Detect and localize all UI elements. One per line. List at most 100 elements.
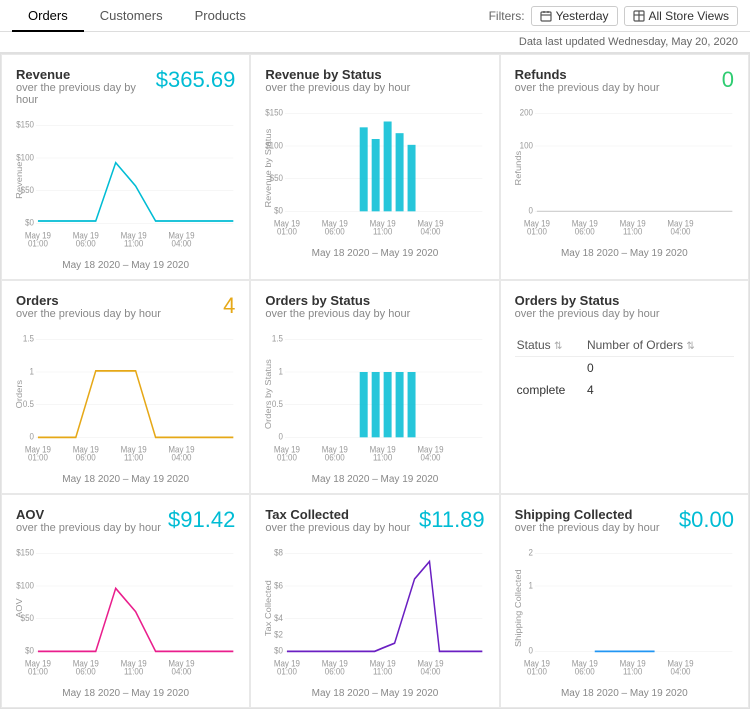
table-row: 0	[515, 357, 734, 380]
revenue-chart: $150 $100 $50 $0 Revenue May 19 01:00 Ma…	[16, 116, 235, 256]
store-views-filter-button[interactable]: All Store Views	[624, 6, 738, 26]
svg-text:04:00: 04:00	[421, 226, 441, 237]
data-updated-text: Data last updated Wednesday, May 20, 202…	[519, 36, 738, 48]
status-table: Status ⇅ Number of Orders ⇅ 0 complete	[515, 334, 734, 401]
svg-text:01:00: 01:00	[277, 452, 297, 463]
revenue-date-range: May 18 2020 – May 19 2020	[16, 260, 235, 271]
svg-text:Tax Collected: Tax Collected	[264, 580, 273, 636]
aov-chart: $150 $100 $50 $0 AOV May 19 01:00 May 19…	[16, 544, 235, 684]
refunds-title: Refunds	[515, 67, 660, 82]
svg-text:100: 100	[519, 140, 532, 151]
svg-text:0: 0	[528, 645, 533, 656]
aov-value: $91.42	[168, 507, 235, 533]
refunds-chart: 200 100 0 Refunds May 19 01:00 May 19 06…	[515, 104, 734, 244]
svg-text:01:00: 01:00	[277, 226, 297, 237]
count-col-header[interactable]: Number of Orders ⇅	[585, 334, 734, 357]
svg-text:06:00: 06:00	[574, 226, 594, 237]
svg-text:1: 1	[30, 366, 35, 377]
store-icon	[633, 10, 645, 22]
svg-text:Shipping Collected: Shipping Collected	[513, 569, 522, 647]
refunds-subtitle: over the previous day by hour	[515, 82, 660, 94]
svg-text:$0: $0	[25, 645, 34, 656]
orders-card: Orders over the previous day by hour 4 1…	[1, 280, 250, 494]
svg-text:Revenue by Status: Revenue by Status	[264, 128, 273, 207]
svg-text:04:00: 04:00	[670, 226, 690, 237]
svg-text:$150: $150	[266, 107, 284, 118]
svg-text:Orders: Orders	[15, 379, 24, 408]
svg-text:04:00: 04:00	[172, 238, 192, 249]
shipping-collected-subtitle: over the previous day by hour	[515, 522, 660, 534]
svg-text:Revenue: Revenue	[15, 161, 24, 199]
aov-title: AOV	[16, 507, 161, 522]
svg-text:11:00: 11:00	[373, 666, 393, 677]
svg-text:04:00: 04:00	[421, 452, 441, 463]
count-cell: 0	[585, 357, 734, 380]
calendar-icon	[540, 10, 552, 22]
filter-bar: Filters: Yesterday All Store Views	[489, 6, 738, 26]
orders-by-status-table-title: Orders by Status	[515, 293, 660, 308]
svg-text:11:00: 11:00	[373, 226, 393, 237]
svg-text:0: 0	[528, 205, 533, 216]
svg-text:11:00: 11:00	[373, 452, 393, 463]
orders-date-range: May 18 2020 – May 19 2020	[16, 474, 235, 485]
svg-text:0: 0	[30, 431, 35, 442]
svg-text:$4: $4	[274, 612, 283, 623]
svg-text:06:00: 06:00	[76, 666, 96, 677]
revenue-by-status-chart: $150 $100 $50 $0 Revenue by Status May 1…	[265, 104, 484, 244]
tab-customers[interactable]: Customers	[84, 0, 179, 32]
filters-label: Filters:	[489, 9, 525, 23]
aov-subtitle: over the previous day by hour	[16, 522, 161, 534]
svg-text:2: 2	[528, 547, 533, 558]
table-row: complete 4	[515, 379, 734, 401]
orders-by-status-chart-date-range: May 18 2020 – May 19 2020	[265, 474, 484, 485]
orders-by-status-chart: 1.5 1 0.5 0 Orders by Status May 19 01:0…	[265, 330, 484, 470]
svg-text:11:00: 11:00	[124, 238, 144, 249]
svg-text:06:00: 06:00	[76, 452, 96, 463]
svg-text:01:00: 01:00	[28, 452, 48, 463]
svg-text:11:00: 11:00	[124, 452, 144, 463]
svg-text:0.5: 0.5	[272, 398, 283, 409]
svg-text:$0: $0	[274, 645, 283, 656]
svg-text:0.5: 0.5	[23, 398, 34, 409]
svg-text:$6: $6	[274, 580, 283, 591]
revenue-card: Revenue over the previous day by hour $3…	[1, 54, 250, 280]
revenue-title: Revenue	[16, 67, 156, 82]
svg-text:04:00: 04:00	[421, 666, 441, 677]
revenue-subtitle: over the previous day by hour	[16, 82, 156, 106]
orders-title: Orders	[16, 293, 161, 308]
count-cell: 4	[585, 379, 734, 401]
svg-text:01:00: 01:00	[28, 666, 48, 677]
shipping-collected-date-range: May 18 2020 – May 19 2020	[515, 688, 734, 699]
tab-products[interactable]: Products	[179, 0, 262, 32]
svg-text:01:00: 01:00	[277, 666, 297, 677]
svg-text:11:00: 11:00	[623, 226, 643, 237]
aov-date-range: May 18 2020 – May 19 2020	[16, 688, 235, 699]
tab-orders[interactable]: Orders	[12, 0, 84, 32]
status-col-header[interactable]: Status ⇅	[515, 334, 585, 357]
svg-text:06:00: 06:00	[76, 238, 96, 249]
store-label: All Store Views	[649, 9, 729, 23]
svg-text:04:00: 04:00	[670, 666, 690, 677]
svg-text:$0: $0	[25, 217, 34, 228]
svg-text:01:00: 01:00	[28, 238, 48, 249]
revenue-by-status-card: Revenue by Status over the previous day …	[250, 54, 499, 280]
shipping-collected-value: $0.00	[679, 507, 734, 533]
svg-text:06:00: 06:00	[325, 666, 345, 677]
orders-subtitle: over the previous day by hour	[16, 308, 161, 320]
svg-text:0: 0	[279, 431, 284, 442]
svg-text:AOV: AOV	[15, 598, 24, 618]
sort-icon-count: ⇅	[686, 341, 694, 352]
svg-text:1.5: 1.5	[272, 333, 283, 344]
data-updated-bar: Data last updated Wednesday, May 20, 202…	[0, 32, 750, 53]
svg-text:11:00: 11:00	[124, 666, 144, 677]
refunds-date-range: May 18 2020 – May 19 2020	[515, 248, 734, 259]
svg-text:$100: $100	[16, 580, 34, 591]
yesterday-label: Yesterday	[556, 9, 609, 23]
svg-text:$150: $150	[16, 547, 34, 558]
revenue-by-status-date-range: May 18 2020 – May 19 2020	[265, 248, 484, 259]
svg-text:1: 1	[528, 580, 533, 591]
tax-collected-chart: $8 $6 $4 $2 $0 Tax Collected May 19 01:0…	[265, 544, 484, 684]
orders-by-status-table-card: Orders by Status over the previous day b…	[500, 280, 749, 494]
yesterday-filter-button[interactable]: Yesterday	[531, 6, 618, 26]
shipping-collected-card: Shipping Collected over the previous day…	[500, 494, 749, 708]
